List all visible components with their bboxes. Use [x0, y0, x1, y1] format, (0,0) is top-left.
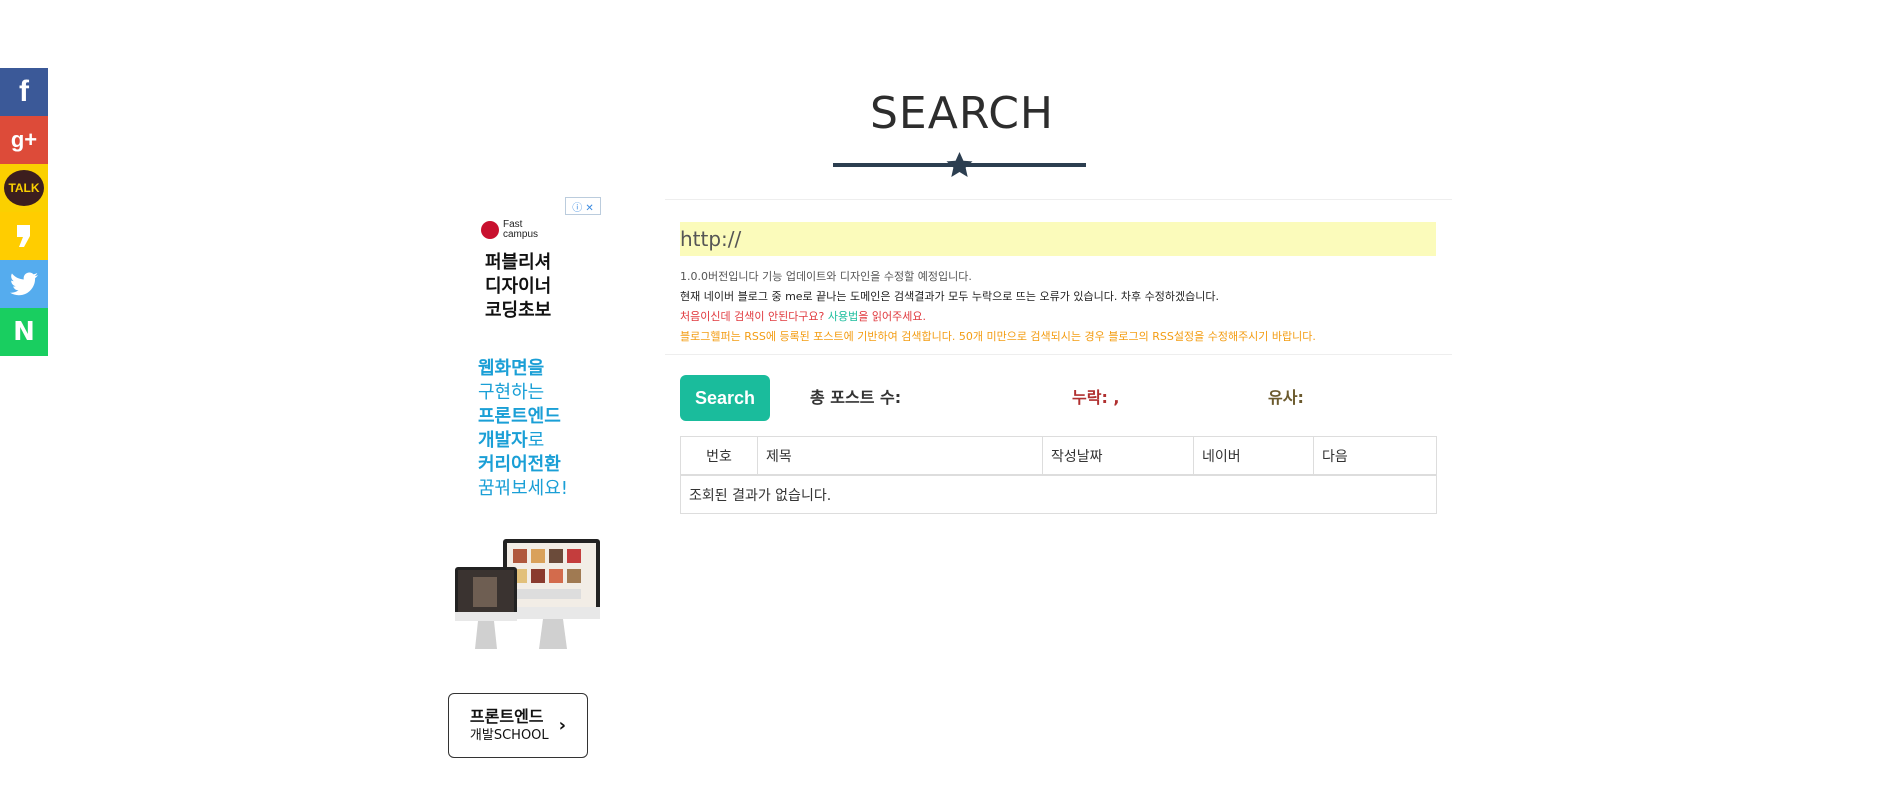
- kakaostory-icon: [17, 225, 30, 247]
- missing-count: 누락: ,: [1072, 388, 1120, 407]
- divider: [665, 199, 1452, 200]
- chevron-right-icon: ›: [558, 715, 567, 736]
- usage-guide-link[interactable]: 사용법: [828, 310, 858, 323]
- kakaostory-share-button[interactable]: [0, 212, 48, 260]
- kakaotalk-share-button[interactable]: TALK: [0, 164, 48, 212]
- ad-computer-illustration: [455, 539, 600, 649]
- ad-body-text: 웹화면을 구현하는 프론트엔드 개발자로 커리어전환 꿈꿔보세요!: [478, 358, 569, 499]
- fastcampus-logo-icon: [481, 221, 499, 239]
- title-divider-star-icon: [833, 152, 1086, 177]
- twitter-share-button[interactable]: [0, 260, 48, 308]
- naver-share-button[interactable]: N: [0, 308, 48, 356]
- facebook-icon: f: [19, 75, 29, 108]
- twitter-icon: [10, 272, 38, 296]
- blog-url-input[interactable]: [680, 222, 1436, 256]
- googleplus-share-button[interactable]: g+: [0, 116, 48, 164]
- naver-icon: N: [13, 317, 35, 347]
- similar-count: 유사:: [1268, 388, 1304, 407]
- advertisement-banner[interactable]: ⓘ ✕ Fast campus 퍼블리셔 디자이너 코딩초보 웹화면을 구현하는…: [445, 197, 601, 762]
- ad-logo: Fast campus: [481, 220, 538, 240]
- table-header-row: 번호 제목 작성날짜 네이버 다음: [680, 436, 1437, 476]
- page-title: SEARCH: [870, 88, 1055, 139]
- googleplus-icon: g+: [10, 127, 38, 152]
- divider: [665, 354, 1452, 355]
- empty-results-message: 조회된 결과가 없습니다.: [680, 474, 1437, 514]
- column-header-naver[interactable]: 네이버: [1193, 436, 1314, 476]
- bug-notice: 현재 네이버 블로그 중 me로 끝나는 도메인은 검색결과가 모두 누락으로 …: [680, 290, 1219, 303]
- column-header-date[interactable]: 작성날짜: [1042, 436, 1194, 476]
- results-table: 번호 제목 작성날짜 네이버 다음 조회된 결과가 없습니다.: [680, 436, 1437, 514]
- kakaotalk-icon: TALK: [4, 170, 44, 206]
- column-header-title[interactable]: 제목: [757, 436, 1043, 476]
- social-share-bar: f g+ TALK N: [0, 68, 48, 356]
- column-header-number[interactable]: 번호: [680, 436, 758, 476]
- ad-cta-button[interactable]: 프론트엔드 개발SCHOOL ›: [448, 693, 588, 758]
- ad-choices-icon[interactable]: ⓘ ✕: [565, 197, 601, 215]
- facebook-share-button[interactable]: f: [0, 68, 48, 116]
- ad-headline: 퍼블리셔 디자이너 코딩초보: [485, 252, 552, 321]
- search-button[interactable]: Search: [680, 375, 770, 421]
- column-header-daum[interactable]: 다음: [1313, 436, 1437, 476]
- first-time-notice: 처음이신데 검색이 안된다구요? 사용법을 읽어주세요.: [680, 310, 926, 323]
- rss-notice: 블로그헬퍼는 RSS에 등록된 포스트에 기반하여 검색합니다. 50개 미만으…: [680, 330, 1316, 343]
- version-notice: 1.0.0버전입니다 기능 업데이트와 디자인을 수정할 예정입니다.: [680, 270, 972, 283]
- total-posts-count: 총 포스트 수:: [810, 388, 902, 407]
- table-row: 조회된 결과가 없습니다.: [680, 474, 1437, 514]
